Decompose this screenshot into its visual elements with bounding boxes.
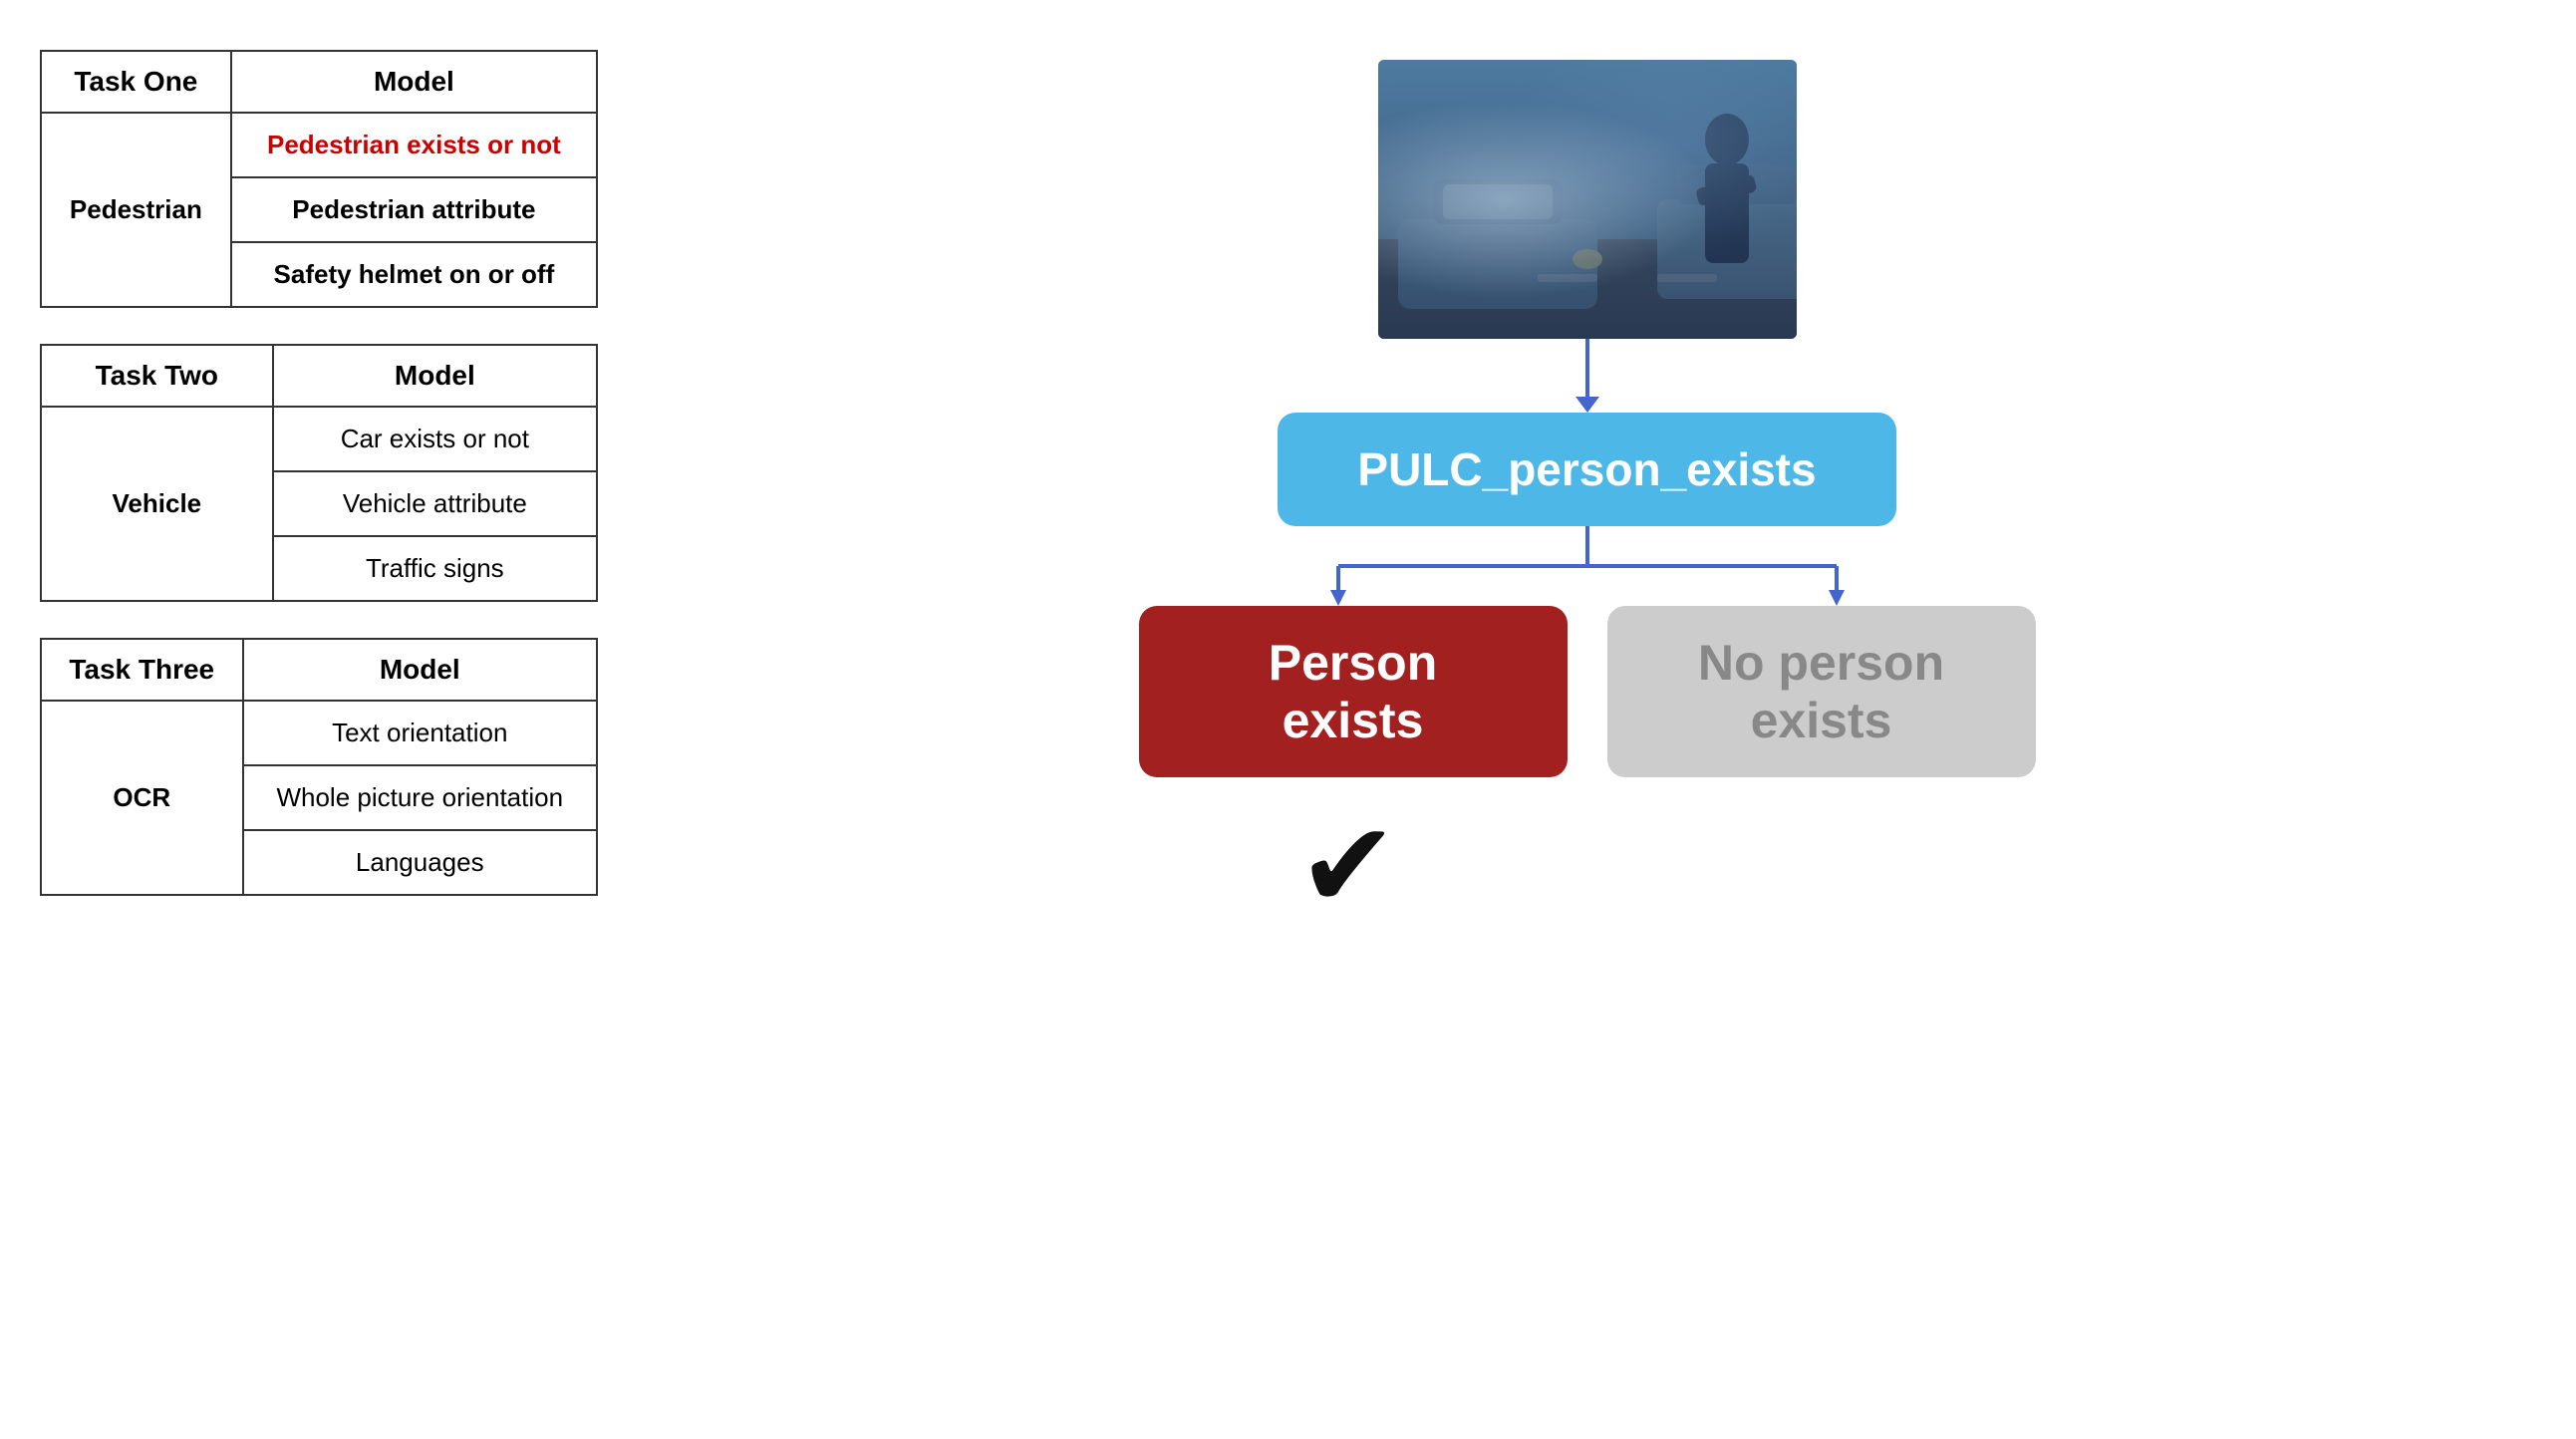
vehicle-attribute-cell: Vehicle attribute — [273, 471, 597, 536]
ocr-label: OCR — [41, 701, 243, 895]
task-two-table: Task Two Model Vehicle Car exists or not… — [40, 344, 598, 602]
right-panel: PULC_person_exists Person exists No — [638, 40, 2536, 936]
task-three-header: Task Three — [41, 639, 243, 701]
table-row: OCR Text orientation — [41, 701, 597, 765]
checkmark-container: ✔ — [1139, 777, 2036, 936]
whole-picture-cell: Whole picture orientation — [243, 765, 597, 830]
languages-cell: Languages — [243, 830, 597, 895]
task-three-model-header: Model — [243, 639, 597, 701]
branch-svg — [1139, 526, 2036, 606]
traffic-svg — [1378, 60, 1797, 339]
task-one-header: Task One — [41, 51, 231, 113]
no-person-exists-box: No person exists — [1607, 606, 2036, 777]
task-one-table: Task One Model Pedestrian Pedestrian exi… — [40, 50, 598, 308]
table-row: Pedestrian Pedestrian exists or not — [41, 113, 597, 177]
table-row: Vehicle Car exists or not — [41, 407, 597, 471]
diagram-container: PULC_person_exists Person exists No — [638, 60, 2536, 936]
pedestrian-label: Pedestrian — [41, 113, 231, 307]
safety-helmet-cell: Safety helmet on or off — [231, 242, 597, 307]
traffic-signs-cell: Traffic signs — [273, 536, 597, 601]
text-orientation-cell: Text orientation — [243, 701, 597, 765]
task-three-table: Task Three Model OCR Text orientation Wh… — [40, 638, 598, 896]
left-panel: Task One Model Pedestrian Pedestrian exi… — [40, 40, 638, 896]
branch-container: Person exists No person exists — [1139, 526, 2036, 777]
arrow-image-to-pulc — [1585, 339, 1589, 399]
pedestrian-exists-cell: Pedestrian exists or not — [231, 113, 597, 177]
task-one-model-header: Model — [231, 51, 597, 113]
traffic-scene-image — [1378, 60, 1797, 339]
task-two-model-header: Model — [273, 345, 597, 407]
task-two-header: Task Two — [41, 345, 273, 407]
person-exists-box: Person exists — [1139, 606, 1568, 777]
vehicle-label: Vehicle — [41, 407, 273, 601]
car-exists-cell: Car exists or not — [273, 407, 597, 471]
pedestrian-attribute-cell: Pedestrian attribute — [231, 177, 597, 242]
checkmark-icon: ✔ — [1298, 797, 1399, 936]
pulc-box: PULC_person_exists — [1278, 413, 1895, 526]
result-row: Person exists No person exists — [1139, 606, 2036, 777]
